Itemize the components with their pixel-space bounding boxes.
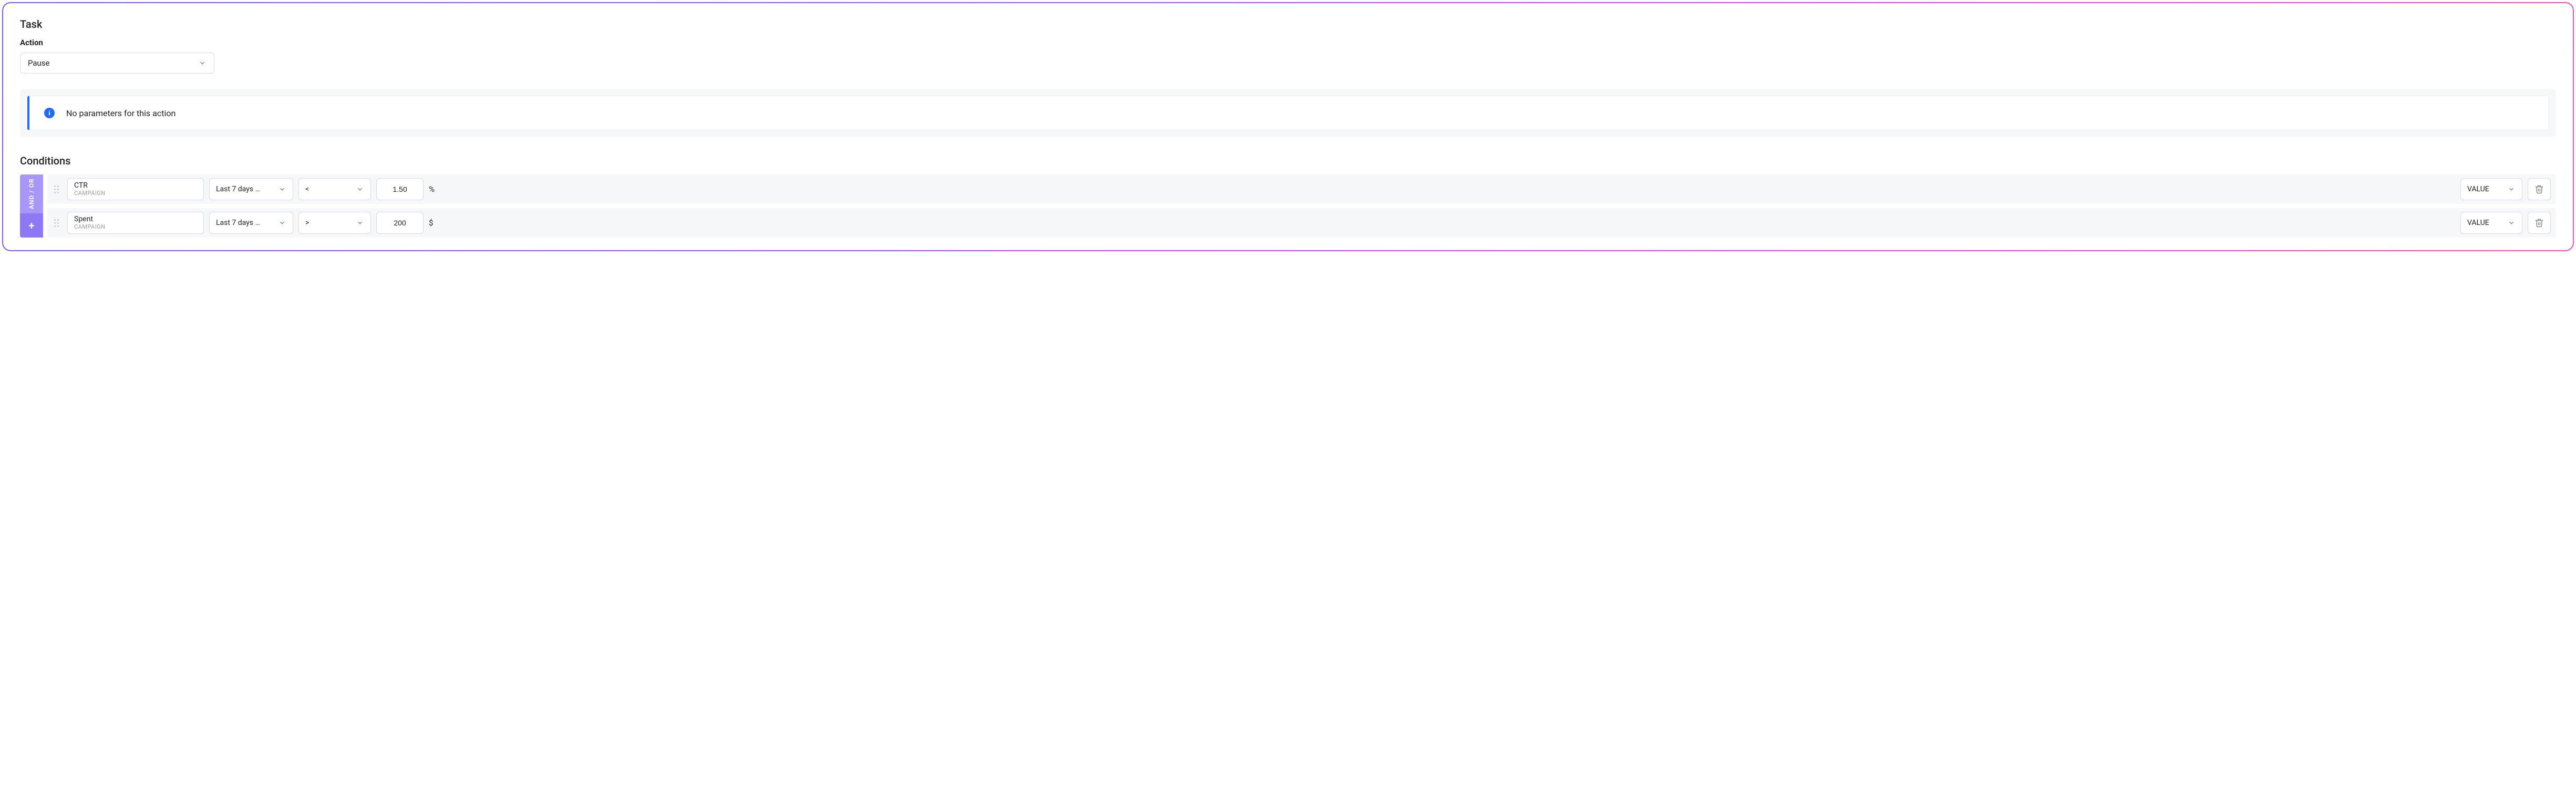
metric-name: CTR (74, 182, 197, 190)
info-message: No parameters for this action (66, 108, 176, 118)
unit-label: $ (429, 218, 440, 228)
value-input[interactable] (376, 178, 424, 200)
date-range-value: Last 7 days … (216, 219, 260, 227)
info-card: i No parameters for this action (27, 96, 2549, 130)
date-range-select[interactable]: Last 7 days … (209, 212, 293, 234)
conditions-section-title: Conditions (20, 155, 2556, 167)
conditions-rows: CTR CAMPAIGN Last 7 days … < (47, 174, 2556, 238)
metric-select[interactable]: CTR CAMPAIGN (67, 178, 204, 200)
value-type-value: VALUE (2467, 219, 2489, 227)
info-icon: i (44, 108, 55, 118)
metric-name: Spent (74, 215, 197, 223)
conditions-container: AND / OR + CTR CAMPAIGN Last (20, 174, 2556, 238)
add-condition-button[interactable]: + (20, 213, 43, 238)
trash-icon (2534, 218, 2544, 228)
drag-handle-icon[interactable] (50, 186, 62, 193)
chevron-down-icon (2507, 219, 2516, 227)
chevron-down-icon (356, 185, 364, 193)
action-select[interactable]: Pause (20, 53, 214, 74)
task-section-title: Task (20, 18, 2556, 30)
info-panel: i No parameters for this action (20, 89, 2556, 137)
condition-row: Spent CAMPAIGN Last 7 days … > (47, 208, 2556, 238)
operator-select[interactable]: < (298, 178, 371, 200)
delete-condition-button[interactable] (2528, 178, 2551, 200)
value-input[interactable] (376, 212, 424, 234)
and-or-toggle[interactable]: AND / OR (20, 174, 43, 213)
value-type-select[interactable]: VALUE (2460, 212, 2522, 234)
value-type-select[interactable]: VALUE (2460, 178, 2522, 200)
condition-row: CTR CAMPAIGN Last 7 days … < (47, 174, 2556, 204)
value-type-value: VALUE (2467, 185, 2489, 193)
date-range-select[interactable]: Last 7 days … (209, 178, 293, 200)
operator-value: > (305, 219, 309, 227)
metric-select[interactable]: Spent CAMPAIGN (67, 212, 204, 234)
conditions-sidebar: AND / OR + (20, 174, 43, 238)
operator-value: < (305, 185, 309, 193)
trash-icon (2534, 184, 2544, 194)
action-select-value: Pause (28, 58, 50, 68)
drag-handle-icon[interactable] (50, 219, 62, 227)
chevron-down-icon (198, 59, 207, 67)
app-content: Task Action Pause i No parameters for th… (3, 3, 2573, 250)
operator-select[interactable]: > (298, 212, 371, 234)
chevron-down-icon (278, 219, 286, 227)
date-range-value: Last 7 days … (216, 185, 260, 193)
chevron-down-icon (356, 219, 364, 227)
delete-condition-button[interactable] (2528, 212, 2551, 234)
action-label: Action (20, 38, 2556, 47)
unit-label: % (429, 184, 440, 194)
metric-scope: CAMPAIGN (74, 190, 197, 197)
chevron-down-icon (278, 185, 286, 193)
app-frame: Task Action Pause i No parameters for th… (2, 2, 2574, 251)
chevron-down-icon (2507, 185, 2516, 193)
metric-scope: CAMPAIGN (74, 224, 197, 230)
